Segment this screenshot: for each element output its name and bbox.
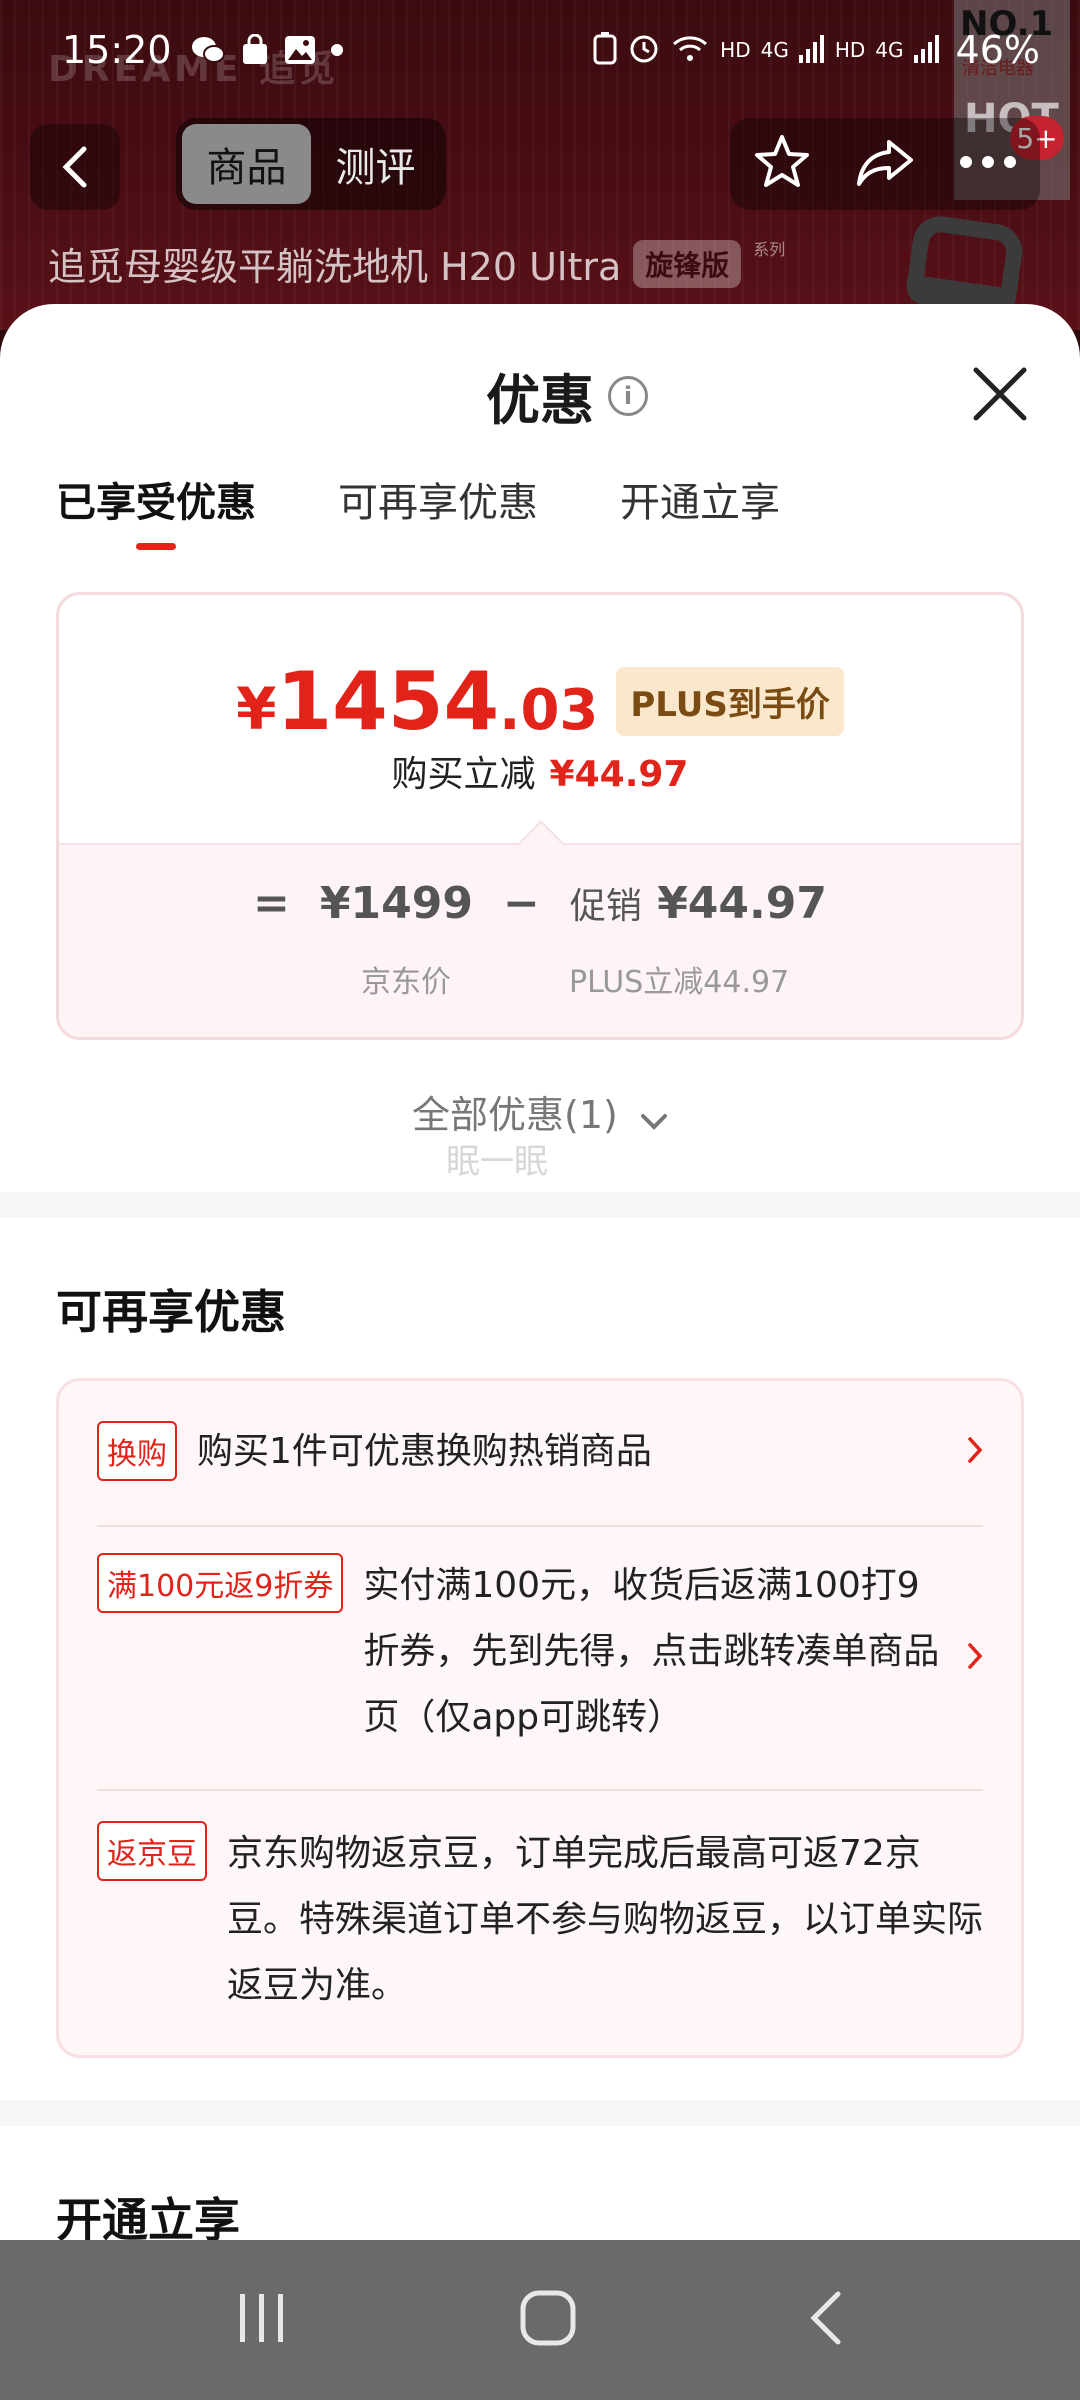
product-title-row: 追觅母婴级平躺洗地机 H20 Ultra 旋锋版 系列: [48, 236, 785, 291]
promo-label: 促销: [569, 886, 642, 927]
overlay-ghost-text: 眠一眠: [446, 1142, 548, 1182]
network-label-1: HD: [720, 38, 751, 62]
wifi-icon: [670, 32, 710, 69]
series-suffix: 系列: [753, 240, 786, 259]
sheet-title-group: 优惠 i: [486, 356, 648, 435]
base-price: ¥1499: [319, 878, 473, 929]
signal-icon: [798, 33, 825, 68]
offer-separator: [97, 1789, 983, 1791]
signal-icon: [913, 33, 940, 68]
final-price: ¥1454.03: [236, 655, 598, 748]
network-type-2: 4G: [875, 38, 904, 62]
wechat-icon: [190, 34, 226, 66]
reduce-row: 购买立减 ¥44.97: [59, 745, 1021, 797]
price-decimal: .03: [499, 678, 599, 743]
status-right-group: HD 4G HD 4G 46%: [592, 28, 1040, 72]
network-type-1: 4G: [760, 38, 789, 62]
offer-item-exchange[interactable]: 换购 购买1件可优惠换购热销商品: [97, 1421, 983, 1483]
product-title: 追觅母婴级平躺洗地机 H20 Ultra: [48, 245, 622, 289]
share-icon[interactable]: [855, 136, 915, 192]
pointer-notch: [518, 820, 564, 866]
promo-amount: ¥44.97: [657, 878, 827, 929]
minus-sign: −: [502, 878, 540, 929]
top-actions: [730, 118, 1040, 210]
offer-tabs: 已享受优惠 可再享优惠 开通立享: [56, 470, 780, 534]
back-icon: [810, 2291, 841, 2345]
system-back-button[interactable]: [806, 2288, 846, 2352]
more-offers-card: 换购 购买1件可优惠换购热销商品 满100元返9折券 实付满100元，收货后返满…: [56, 1378, 1024, 2058]
battery-saver-icon: [592, 31, 618, 70]
back-button[interactable]: [30, 124, 120, 210]
home-button[interactable]: [518, 2288, 578, 2352]
offer-text: 京东购物返京豆，订单完成后最高可返72京豆。特殊渠道订单不参与购物返豆，以订单实…: [227, 1833, 984, 2006]
offer-text: 实付满100元，收货后返满100打9折券，先到先得，点击跳转凑单商品页（仅app…: [363, 1565, 940, 1738]
offer-separator: [97, 1525, 983, 1527]
offer-tag: 满100元返9折券: [97, 1553, 344, 1613]
close-button[interactable]: [968, 362, 1032, 426]
price-breakdown-card: ¥1454.03 PLUS到手价 购买立减 ¥44.97 = ¥1499 − 促销…: [56, 592, 1024, 1040]
network-label-2: HD: [834, 38, 866, 62]
base-price-caption: 京东价: [361, 965, 451, 1000]
page-segment-control: 商品 测评: [176, 118, 446, 210]
close-icon: [973, 367, 1027, 421]
offer-tag: 返京豆: [97, 1821, 207, 1881]
calc-row: = ¥1499 − 促销 ¥44.97: [59, 877, 1021, 929]
home-icon: [520, 2290, 576, 2346]
equals-sign: =: [253, 878, 290, 929]
offers-sheet: 优惠 i 已享受优惠 可再享优惠 开通立享 ¥1454.03 PLUS到手价 购…: [0, 304, 1080, 2240]
final-price-row: ¥1454.03 PLUS到手价: [59, 655, 1021, 748]
currency-symbol: ¥: [236, 675, 277, 743]
reduce-label: 购买立减: [391, 754, 536, 795]
recent-apps-button[interactable]: [234, 2290, 290, 2350]
gallery-icon: [284, 35, 316, 65]
alarm-icon: [628, 32, 660, 69]
dot-icon: [330, 43, 344, 57]
price-calc-area: = ¥1499 − 促销 ¥44.97 京东价 PLUS立减44.97: [59, 820, 1021, 1037]
section-divider: [0, 1192, 1080, 1218]
sheet-title: 优惠: [486, 369, 594, 432]
series-tag: 旋锋版: [633, 239, 742, 288]
plus-price-badge: PLUS到手价: [616, 667, 844, 736]
offer-item-jingdou: 返京豆 京东购物返京豆，订单完成后最高可返72京豆。特殊渠道订单不参与购物返豆，…: [97, 1821, 983, 2019]
chevron-left-icon: [62, 146, 87, 188]
section-title-more-offers: 可再享优惠: [56, 1285, 286, 1339]
section-divider: [0, 2100, 1080, 2126]
tab-more-offers[interactable]: 可再享优惠: [338, 470, 538, 534]
recent-apps-icon: [240, 2294, 283, 2342]
chevron-down-icon: [640, 1096, 668, 1140]
tab-product[interactable]: 商品: [182, 124, 311, 204]
more-options-icon[interactable]: [958, 154, 1018, 174]
info-icon[interactable]: i: [608, 375, 648, 416]
favorite-star-icon[interactable]: [752, 133, 812, 195]
chevron-right-icon: [967, 1642, 983, 1674]
tab-review[interactable]: 测评: [311, 124, 440, 204]
product-image: [904, 212, 1026, 318]
section-title-open-offers: 开通立享: [56, 2193, 240, 2240]
battery-level: 46%: [955, 28, 1040, 72]
all-offers-toggle[interactable]: 全部优惠(1): [0, 1084, 1080, 1140]
system-nav-bar: [0, 2240, 1080, 2400]
reduce-amount: ¥44.97: [549, 754, 689, 795]
offer-item-coupon[interactable]: 满100元返9折券 实付满100元，收货后返满100打9折券，先到先得，点击跳转…: [97, 1553, 983, 1763]
promo-caption: PLUS立减44.97: [569, 965, 790, 1000]
tab-enjoyed-offers[interactable]: 已享受优惠: [56, 470, 256, 534]
status-bar: 15:20 HD 4G HD 4G 46%: [0, 0, 1080, 100]
offer-tag: 换购: [97, 1421, 177, 1481]
all-offers-label: 全部优惠(1): [412, 1093, 618, 1137]
price-integer: 1454: [276, 655, 500, 748]
shopping-bag-icon: [240, 34, 270, 66]
status-time: 15:20: [62, 28, 172, 72]
chevron-right-icon: [967, 1436, 983, 1468]
tab-open-offers[interactable]: 开通立享: [620, 470, 780, 534]
offer-text: 购买1件可优惠换购热销商品: [197, 1431, 652, 1472]
